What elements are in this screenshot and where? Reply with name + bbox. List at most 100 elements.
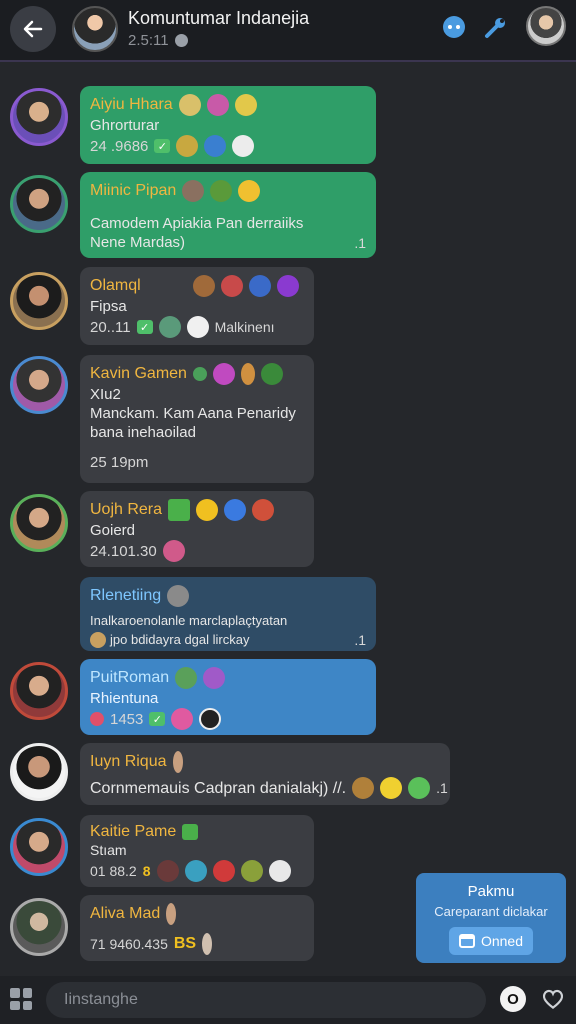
smile-emoji-icon (238, 180, 261, 202)
chat-bubble-icon (443, 16, 465, 38)
card-subtitle: Careparant diclakar (434, 904, 548, 919)
message-text: Manckam. Kam Aana Penaridy (90, 405, 296, 422)
message-time: 71 9460.435 (90, 936, 168, 952)
sender-name: Rlenetiing (90, 587, 162, 604)
compass-emoji-icon (204, 135, 227, 157)
message-time: 24.101.30 (90, 542, 157, 560)
sender-name: Aiyiu Hhara (90, 96, 173, 113)
message-text: Ghrorturar (90, 117, 160, 134)
message-badge: BS (173, 935, 197, 952)
chat-header: Komuntumar Indanejia 2.5:11 (0, 0, 576, 62)
sender-name: Miinic Pipan (90, 182, 177, 199)
torch-emoji-icon (240, 363, 255, 385)
candy-emoji-icon (162, 540, 185, 562)
skull-emoji-icon (167, 585, 190, 607)
gear-emoji-icon (232, 135, 255, 157)
message-input[interactable] (46, 982, 486, 1018)
message-time: 20..11 (90, 318, 131, 336)
heart-icon[interactable] (540, 986, 566, 1012)
helmet-emoji-icon (184, 860, 207, 882)
read-check-icon: ✓ (136, 320, 153, 334)
back-button[interactable] (10, 6, 56, 52)
tools-button[interactable] (482, 13, 510, 41)
books-emoji-icon (158, 316, 181, 338)
wrench-icon (485, 18, 505, 38)
delivery-tick: .1 (354, 234, 366, 251)
avatar[interactable] (10, 88, 68, 146)
message-bubble[interactable]: Iuyn Riqua Cornmemauis Cadpran danialakj… (80, 743, 450, 805)
message-bubble[interactable]: PuitRoman Rhientuna 1453 ✓ (80, 659, 376, 735)
message-text: Rhientuna (90, 690, 159, 707)
fist-emoji-icon (182, 180, 205, 202)
plus-emoji-icon (182, 824, 199, 840)
message-bubble[interactable]: Miinic Pipan Camodem Apiakia Pan derraii… (80, 172, 376, 258)
torch-emoji-icon (172, 751, 183, 773)
fire-emoji-icon (252, 499, 275, 521)
message-time: 01 88.2 (90, 863, 137, 879)
message-text: Cornmemauis Cadpran danialakj) //. (90, 779, 347, 797)
card-title: Pakmu (467, 883, 515, 900)
wing-emoji-icon (220, 275, 243, 297)
message-time: 1453 (110, 710, 144, 728)
message-bubble[interactable]: Rlenetiing Inalkaroenolanle marclaplaçty… (80, 577, 376, 651)
avatar[interactable] (10, 356, 68, 414)
sparkle-emoji-icon (408, 777, 431, 799)
message-text: Inalkaroenolanle marclaplaçtyatan (90, 613, 288, 628)
message-text: XIu2 (90, 386, 121, 403)
feather-emoji-icon (176, 135, 199, 157)
status-dot-icon (174, 34, 188, 47)
apps-grid-icon[interactable] (10, 988, 32, 1010)
avatar[interactable] (10, 818, 68, 876)
message-text: bana inehaoilad (90, 424, 196, 441)
avatar[interactable] (10, 272, 68, 330)
avatar[interactable] (10, 494, 68, 552)
group-avatar[interactable] (72, 6, 118, 52)
sender-name: PuitRoman (90, 669, 170, 686)
card-open-button[interactable]: Onned (449, 927, 533, 955)
message-text: Goierd (90, 522, 136, 539)
tag-emoji-icon (90, 712, 104, 726)
avatar[interactable] (10, 175, 68, 233)
message-bubble[interactable]: Olamql Fipsa 20..11 ✓ Malkinenı (80, 267, 314, 345)
sender-name: Uojh Rera (90, 501, 163, 518)
avatar[interactable] (10, 662, 68, 720)
read-check-icon: ✓ (154, 139, 171, 153)
message-extra: Malkinenı (214, 319, 275, 335)
bush-emoji-icon (260, 363, 283, 385)
message-text: Nene Mardas) (90, 234, 186, 251)
message-bubble[interactable]: Kavin Gamen XIu2 Manckam. Kam Aana Penar… (80, 355, 314, 483)
swirl-emoji-icon (212, 363, 235, 385)
message-time: 24 .9686 (90, 137, 149, 155)
message-badge: 8 (142, 863, 151, 879)
spider-emoji-icon (156, 860, 179, 882)
plus-emoji-icon (168, 499, 191, 521)
flower-emoji-icon (206, 94, 229, 116)
chat-title: Komuntumar Indanejia (128, 8, 310, 28)
message-time: 25 19pm (90, 454, 149, 471)
splash-emoji-icon (192, 275, 215, 297)
avatar[interactable] (10, 743, 68, 801)
message-bubble[interactable]: Kaitie Pame Stıam 01 88.2 8 (80, 815, 314, 887)
message-bubble[interactable]: Uojh Rera Goierd 24.101.30 (80, 491, 314, 567)
sender-name: Iuyn Riqua (90, 753, 167, 770)
delivery-tick: .1 (354, 631, 366, 648)
bottle-emoji-icon (202, 933, 213, 955)
message-bubble[interactable]: Aliva Mad 71 9460.435 BS (80, 895, 314, 961)
leaf-emoji-icon (192, 367, 207, 381)
avatar[interactable] (10, 898, 68, 956)
message-text: Camodem Apiakia Pan derraiiks (90, 215, 304, 232)
bug-emoji-icon (240, 860, 263, 882)
sparkle-emoji-icon (380, 777, 403, 799)
chat-subtitle-text: 2.5:11 (128, 32, 169, 49)
message-text: Stıam (90, 842, 127, 858)
face-emoji-icon (234, 94, 257, 116)
sender-name: Olamql (90, 277, 141, 294)
shield-emoji-icon (248, 275, 271, 297)
flower-emoji-icon (171, 708, 194, 730)
back-arrow-icon (23, 20, 43, 38)
send-button[interactable]: O (500, 986, 526, 1012)
message-bubble[interactable]: Aiyiu Hhara Ghrorturar 24 .9686 ✓ (80, 86, 376, 164)
cross-emoji-icon (186, 316, 209, 338)
profile-avatar[interactable] (526, 6, 566, 46)
chat-bubble-button[interactable] (440, 13, 468, 41)
